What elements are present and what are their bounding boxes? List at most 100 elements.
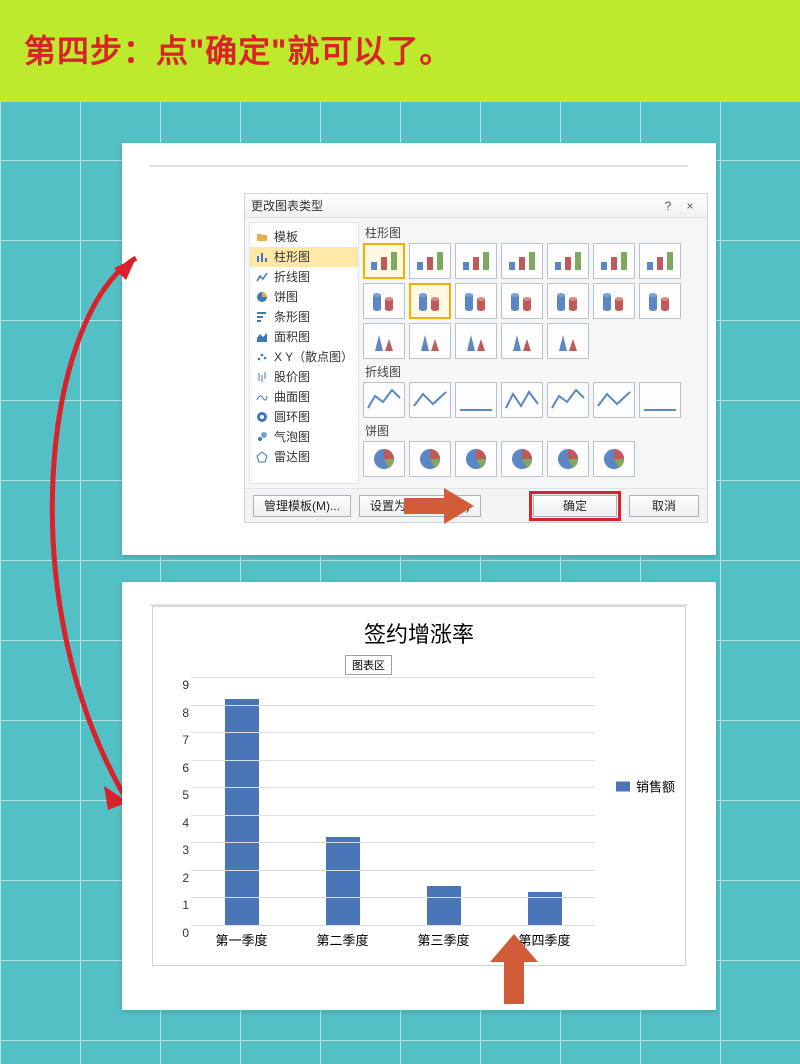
cancel-button[interactable]: 取消: [629, 495, 699, 517]
chart-thumb-pie[interactable]: [455, 441, 497, 477]
chart-thumb-line[interactable]: [639, 382, 681, 418]
radar-icon: [256, 451, 268, 463]
chart-title: 签约增涨率: [153, 617, 685, 649]
gridline: [191, 925, 595, 926]
chart-category-item[interactable]: 柱形图: [250, 247, 358, 267]
chart-thumb-pie[interactable]: [593, 441, 635, 477]
x-tick-label: 第二季度: [292, 930, 393, 949]
chart-category-item[interactable]: 模板: [250, 227, 358, 247]
chart-category-item[interactable]: 面积图: [250, 327, 358, 347]
chart-thumb-column[interactable]: [455, 283, 497, 319]
chart-thumb-column[interactable]: [547, 283, 589, 319]
chart-category-item[interactable]: 圆环图: [250, 407, 358, 427]
chart-category-item[interactable]: 饼图: [250, 287, 358, 307]
chart-category-item[interactable]: 条形图: [250, 307, 358, 327]
column-icon: [256, 251, 268, 263]
ok-button[interactable]: 确定: [533, 495, 617, 517]
list-item-label: 柱形图: [274, 247, 310, 267]
y-tick-label: 1: [182, 898, 189, 912]
chart-thumbnails-pane: 柱形图 折线图 饼图: [359, 218, 707, 488]
chart-thumb-line[interactable]: [409, 382, 451, 418]
chart-thumb-pie[interactable]: [409, 441, 451, 477]
bar-cell: [494, 677, 595, 925]
chart-thumb-column[interactable]: [593, 243, 635, 279]
chart-category-item[interactable]: 雷达图: [250, 447, 358, 467]
dialog-footer: 管理模板(M)... 设置为默认图表(S) 确定 取消: [245, 488, 707, 522]
dialog-screenshot-panel: 更改图表类型 ? × 模板柱形图折线图饼图条形图面积图X Y（散点图）股价图曲面…: [122, 143, 716, 555]
gridline: [191, 760, 595, 761]
chart-category-item[interactable]: 气泡图: [250, 427, 358, 447]
column-thumbs: [363, 243, 703, 359]
dialog-title: 更改图表类型: [251, 194, 657, 218]
pie-icon: [256, 291, 268, 303]
chart-category-item[interactable]: 折线图: [250, 267, 358, 287]
section-label-column: 柱形图: [365, 224, 703, 241]
y-tick-label: 3: [182, 843, 189, 857]
chart-thumb-column[interactable]: [455, 243, 497, 279]
chart-thumb-column[interactable]: [363, 243, 405, 279]
x-axis: 第一季度第二季度第三季度第四季度: [191, 930, 595, 949]
gridline: [191, 815, 595, 816]
bar-icon: [256, 311, 268, 323]
chart-thumb-column[interactable]: [547, 243, 589, 279]
bar: [427, 886, 461, 925]
chart-area[interactable]: 签约增涨率 图表区 销售额 0123456789 第一季度第二季度第三季度第四季…: [152, 606, 686, 966]
chart-thumb-column[interactable]: [501, 243, 543, 279]
chart-selection-chip: 图表区: [345, 655, 392, 675]
chart-thumb-column[interactable]: [593, 283, 635, 319]
close-icon[interactable]: ×: [679, 194, 701, 218]
chart-thumb-column[interactable]: [409, 283, 451, 319]
bar-cell: [393, 677, 494, 925]
chart-thumb-column[interactable]: [455, 323, 497, 359]
set-default-chart-button[interactable]: 设置为默认图表(S): [359, 495, 481, 517]
y-tick-label: 5: [182, 788, 189, 802]
list-item-label: 模板: [274, 227, 298, 247]
chart-thumb-line[interactable]: [455, 382, 497, 418]
ok-highlight: 确定: [529, 491, 621, 521]
scatter-icon: [256, 351, 268, 363]
chart-thumb-line[interactable]: [593, 382, 635, 418]
x-tick-label: 第三季度: [393, 930, 494, 949]
list-item-label: 气泡图: [274, 427, 310, 447]
chart-category-list[interactable]: 模板柱形图折线图饼图条形图面积图X Y（散点图）股价图曲面图圆环图气泡图雷达图: [249, 222, 359, 484]
gridline: [191, 842, 595, 843]
bar: [326, 837, 360, 925]
area-icon: [256, 331, 268, 343]
manage-templates-button[interactable]: 管理模板(M)...: [253, 495, 351, 517]
chart-thumb-column[interactable]: [501, 323, 543, 359]
list-item-label: 折线图: [274, 267, 310, 287]
y-tick-label: 2: [182, 871, 189, 885]
pie-thumbs: [363, 441, 703, 477]
chart-thumb-column[interactable]: [409, 323, 451, 359]
chart-thumb-column[interactable]: [547, 323, 589, 359]
chart-thumb-column[interactable]: [639, 243, 681, 279]
chart-thumb-column[interactable]: [409, 243, 451, 279]
gridline: [191, 732, 595, 733]
chart-thumb-pie[interactable]: [547, 441, 589, 477]
y-tick-label: 7: [182, 733, 189, 747]
chart-thumb-column[interactable]: [501, 283, 543, 319]
step-header: 第四步：点"确定"就可以了。: [0, 0, 800, 102]
chart-thumb-line[interactable]: [363, 382, 405, 418]
legend-swatch: [616, 781, 630, 791]
y-axis: 0123456789: [165, 677, 189, 925]
list-item-label: 曲面图: [274, 387, 310, 407]
chart-thumb-pie[interactable]: [501, 441, 543, 477]
chart-category-item[interactable]: 股价图: [250, 367, 358, 387]
help-icon[interactable]: ?: [657, 194, 679, 218]
chart-thumb-pie[interactable]: [363, 441, 405, 477]
bubble-icon: [256, 431, 268, 443]
line-icon: [256, 271, 268, 283]
chart-thumb-column[interactable]: [639, 283, 681, 319]
y-tick-label: 4: [182, 816, 189, 830]
chart-thumb-column[interactable]: [363, 283, 405, 319]
chart-thumb-column[interactable]: [363, 323, 405, 359]
chart-category-item[interactable]: 曲面图: [250, 387, 358, 407]
chart-category-item[interactable]: X Y（散点图）: [250, 347, 358, 367]
donut-icon: [256, 411, 268, 423]
chart-thumb-line[interactable]: [501, 382, 543, 418]
list-item-label: 雷达图: [274, 447, 310, 467]
chart-thumb-line[interactable]: [547, 382, 589, 418]
list-item-label: 股价图: [274, 367, 310, 387]
list-item-label: 圆环图: [274, 407, 310, 427]
